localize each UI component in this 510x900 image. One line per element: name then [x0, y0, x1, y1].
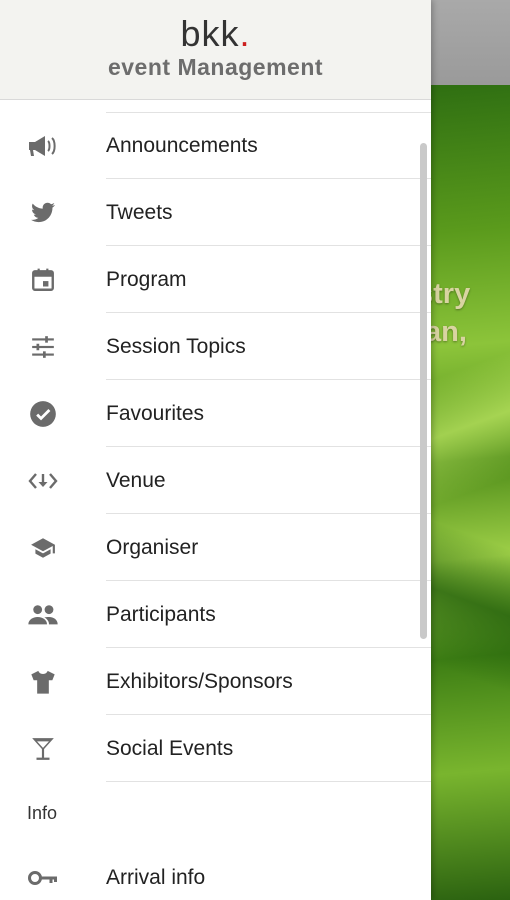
- menu-item-arrival-info[interactable]: Arrival info: [0, 844, 431, 900]
- hero-banner-image: [431, 85, 510, 900]
- menu-item-favourites[interactable]: Favourites: [0, 380, 431, 447]
- drawer-header: bkk. event Management: [0, 0, 431, 100]
- logo-subtitle: event Management: [107, 54, 324, 80]
- logo-wordmark: bkk.: [180, 13, 251, 54]
- menu-item-social-events[interactable]: Social Events: [0, 715, 431, 782]
- menu-item-organiser[interactable]: Organiser: [0, 514, 431, 581]
- megaphone-icon: [26, 132, 60, 160]
- menu-item-label: Program: [106, 268, 187, 291]
- menu-item-program[interactable]: Program: [0, 246, 431, 313]
- menu-item-label: Announcements: [106, 134, 258, 157]
- tshirt-icon: [26, 668, 60, 696]
- section-header-info: Info: [27, 803, 58, 823]
- menu-item-label: Arrival info: [106, 866, 206, 889]
- navigation-drawer: bkk. event Management Announcements Twee…: [0, 0, 431, 900]
- menu-item-venue[interactable]: Venue: [0, 447, 431, 514]
- calendar-icon: [26, 266, 60, 294]
- menu-item-label: Social Events: [106, 737, 234, 760]
- menu-item-label: Exhibitors/Sponsors: [106, 670, 293, 693]
- menu-item-label: Organiser: [106, 536, 199, 559]
- menu-item-label: Favourites: [106, 402, 205, 425]
- menu-item-announcements[interactable]: Announcements: [0, 112, 431, 179]
- drawer-scrollbar[interactable]: [420, 143, 427, 639]
- twitter-bird-icon: [26, 199, 60, 227]
- sliders-icon: [26, 333, 60, 361]
- app-top-bar: [431, 0, 510, 85]
- menu-item-exhibitors-sponsors[interactable]: Exhibitors/Sponsors: [0, 648, 431, 715]
- menu-item-participants[interactable]: Participants: [0, 581, 431, 648]
- people-icon: [26, 601, 60, 629]
- menu-item-label: Session Topics: [106, 335, 246, 358]
- menu-item-label: Participants: [106, 603, 216, 626]
- bkk-logo[interactable]: bkk. event Management: [0, 13, 431, 81]
- menu-item-label: Tweets: [106, 201, 173, 224]
- menu-item-label: Venue: [106, 469, 166, 492]
- check-circle-icon: [26, 400, 60, 428]
- cocktail-glass-icon: [26, 735, 60, 763]
- menu-item-tweets[interactable]: Tweets: [0, 179, 431, 246]
- venue-arrows-icon: [26, 467, 60, 495]
- menu-item-session-topics[interactable]: Session Topics: [0, 313, 431, 380]
- menu-divider: [106, 781, 431, 782]
- key-icon: [26, 864, 60, 892]
- graduation-cap-icon: [26, 534, 60, 562]
